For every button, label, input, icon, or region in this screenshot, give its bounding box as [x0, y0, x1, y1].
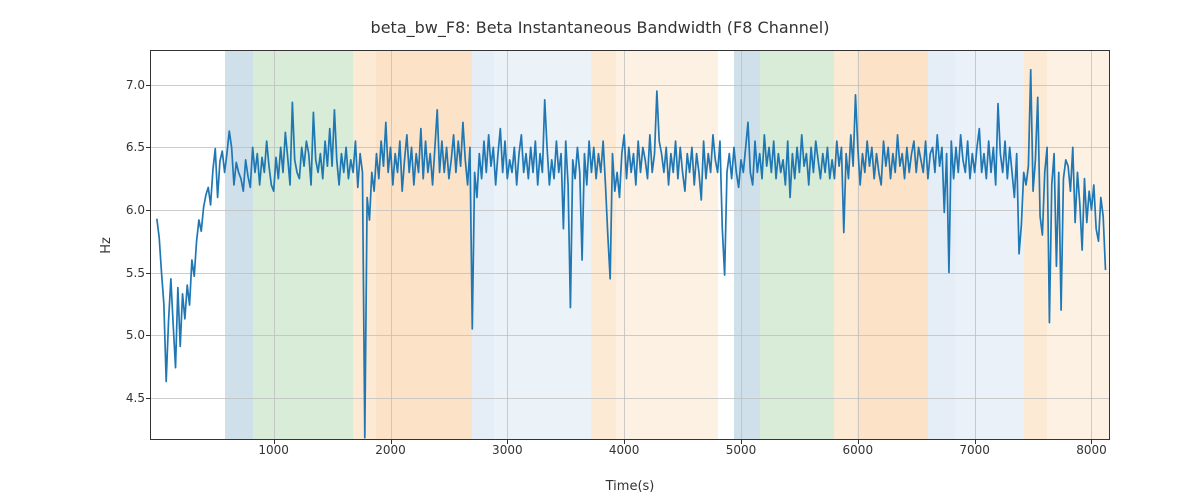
x-tick-label: 4000: [609, 443, 640, 457]
x-axis-label: Time(s): [150, 479, 1110, 494]
line-series: [151, 51, 1109, 439]
x-tick-label: 2000: [375, 443, 406, 457]
plot-area: [151, 51, 1109, 439]
y-tick-label: 4.5: [126, 391, 145, 405]
chart-title: beta_bw_F8: Beta Instantaneous Bandwidth…: [0, 18, 1200, 37]
data-line: [157, 70, 1106, 438]
y-tick-label: 5.5: [126, 266, 145, 280]
tick-mark: [146, 147, 151, 148]
x-tick-label: 3000: [492, 443, 523, 457]
y-axis-label-container: Hz: [96, 50, 116, 440]
y-tick-label: 5.0: [126, 328, 145, 342]
tick-mark: [146, 398, 151, 399]
tick-mark: [146, 335, 151, 336]
x-tick-label: 1000: [258, 443, 289, 457]
figure: beta_bw_F8: Beta Instantaneous Bandwidth…: [0, 0, 1200, 500]
tick-mark: [146, 85, 151, 86]
y-tick-label: 7.0: [126, 78, 145, 92]
x-tick-label: 8000: [1076, 443, 1107, 457]
x-tick-label: 7000: [959, 443, 990, 457]
tick-mark: [146, 273, 151, 274]
y-tick-label: 6.0: [126, 203, 145, 217]
axes: 100020003000400050006000700080004.55.05.…: [150, 50, 1110, 440]
y-tick-label: 6.5: [126, 140, 145, 154]
y-axis-label: Hz: [98, 237, 113, 254]
x-tick-label: 5000: [726, 443, 757, 457]
tick-mark: [146, 210, 151, 211]
x-tick-label: 6000: [843, 443, 874, 457]
